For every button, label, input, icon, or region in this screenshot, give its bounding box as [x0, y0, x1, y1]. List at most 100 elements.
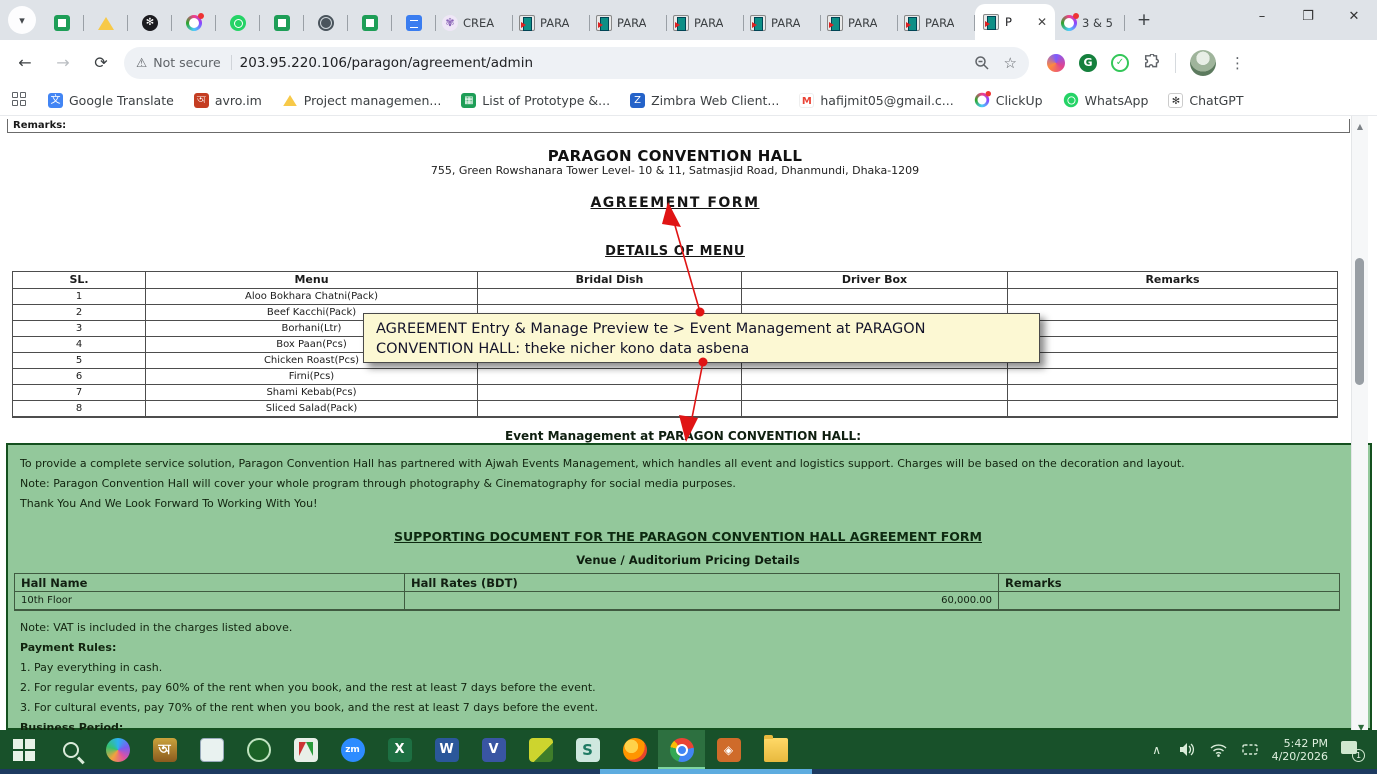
maximize-button[interactable]: ❐ [1285, 0, 1331, 32]
cell-bridal [478, 401, 742, 417]
gradient-circle-icon[interactable] [1047, 53, 1065, 72]
pinned-tab-drive[interactable] [84, 6, 128, 40]
cell-sl: 1 [13, 289, 146, 305]
puzzle-icon[interactable] [1143, 53, 1161, 72]
scrollbar-down-arrow[interactable]: ▼ [1358, 723, 1364, 730]
wifi-icon[interactable] [1210, 741, 1228, 759]
taskbar-s-app[interactable]: S [564, 730, 611, 769]
cell-driver [742, 401, 1008, 417]
security-chip[interactable]: ⚠ Not secure [136, 55, 232, 70]
pinned-tab-clickup[interactable] [172, 6, 216, 40]
hall-table-header: Hall Name Hall Rates (BDT) Remarks [15, 574, 1339, 592]
cell-hall-name: 10th Floor [15, 592, 405, 610]
taskbar-avro[interactable]: অ [141, 730, 188, 769]
pinned-tab-docs[interactable] [392, 6, 436, 40]
tab-paragon-6[interactable]: PARA [898, 6, 975, 40]
tab-search-button[interactable]: ▾ [8, 6, 36, 34]
start-button[interactable] [0, 730, 47, 769]
bookmark-google-translate[interactable]: 文 Google Translate [40, 90, 182, 111]
bookmark-clickup[interactable]: ClickUp [966, 89, 1051, 111]
scrollbar-track[interactable] [1351, 116, 1368, 730]
taskbar-whatsapp[interactable] [235, 730, 282, 769]
taskbar-copilot[interactable] [94, 730, 141, 769]
taskbar-chrome-active[interactable] [658, 730, 705, 769]
notification-dot [985, 91, 991, 97]
grammarly-icon[interactable]: G [1079, 53, 1097, 72]
sheets-icon: ▦ [461, 92, 477, 108]
desktop-screen: ▾ ✻ ✾ CREA PARA PARA PARA PARA PARA PARA… [0, 0, 1377, 774]
tab-3-and-5[interactable]: 3 & 5 [1055, 6, 1125, 40]
new-tab-button[interactable]: + [1131, 7, 1157, 33]
taskbar-triangle-app[interactable] [282, 730, 329, 769]
pinned-tab-whatsapp[interactable] [216, 6, 260, 40]
word-icon: W [434, 737, 459, 762]
close-window-button[interactable]: ✕ [1331, 0, 1377, 32]
taskbar-visio[interactable]: V [470, 730, 517, 769]
pinned-tab-chatgpt[interactable]: ✻ [128, 6, 172, 40]
chevron-down-icon: ▾ [19, 13, 25, 27]
bookmarks-bar: 文 Google Translate অ avro.im Project man… [0, 85, 1377, 116]
forward-button[interactable]: → [48, 48, 78, 78]
pinned-tab-sheets-3[interactable] [348, 6, 392, 40]
minimize-button[interactable]: – [1239, 0, 1285, 32]
tab-paragon-4[interactable]: PARA [744, 6, 821, 40]
back-button[interactable]: ← [10, 48, 40, 78]
bookmark-gmail[interactable]: M hafijmit05@gmail.c... [791, 90, 961, 111]
docs-icon [406, 15, 422, 31]
bookmark-star-icon[interactable]: ☆ [1004, 54, 1017, 72]
tab-paragon-1[interactable]: PARA [513, 6, 590, 40]
tab-paragon-3[interactable]: PARA [667, 6, 744, 40]
url-text: 203.95.220.106/paragon/agreement/admin [239, 54, 534, 71]
event-paragraph: Thank You And We Look Forward To Working… [20, 497, 318, 510]
leaf-check-icon[interactable]: ✓ [1111, 53, 1129, 72]
taskbar-search[interactable] [47, 730, 94, 769]
speaker-icon[interactable] [1179, 741, 1197, 759]
cell-driver [742, 385, 1008, 401]
chatgpt-icon: ✻ [142, 15, 158, 31]
bookmark-whatsapp[interactable]: WhatsApp [1055, 89, 1157, 111]
bookmark-avro[interactable]: অ avro.im [186, 90, 270, 111]
address-bar[interactable]: ⚠ Not secure 203.95.220.106/paragon/agre… [124, 46, 1029, 79]
cell-sl: 5 [13, 353, 146, 369]
cell-bridal [478, 289, 742, 305]
tray-chevron-up-icon[interactable]: ∧ [1148, 741, 1166, 759]
drive-icon [282, 94, 297, 106]
bookmark-label: ClickUp [995, 92, 1043, 108]
tab-label: PARA [771, 16, 801, 30]
notification-count-badge: 1 [1352, 748, 1365, 762]
tab-active-paragon[interactable]: P ✕ [975, 4, 1055, 40]
cell-sl: 4 [13, 337, 146, 353]
taskbar-word[interactable]: W [423, 730, 470, 769]
pinned-tab-sheets-1[interactable] [40, 6, 84, 40]
bookmark-chatgpt[interactable]: ✻ ChatGPT [1160, 90, 1251, 111]
bookmark-project-management[interactable]: Project managemen... [274, 90, 450, 111]
taskbar-yellow-app[interactable] [517, 730, 564, 769]
reload-button[interactable]: ⟳ [86, 48, 116, 78]
taskbar-excel[interactable]: X [376, 730, 423, 769]
taskbar-firefox[interactable] [611, 730, 658, 769]
scrollbar-thumb[interactable] [1355, 258, 1364, 385]
scrollbar-up-arrow[interactable]: ▲ [1355, 122, 1365, 131]
tab-paragon-5[interactable]: PARA [821, 6, 898, 40]
tab-creative[interactable]: ✾ CREA [436, 6, 513, 40]
taskbar-orange-app[interactable]: ◈ [705, 730, 752, 769]
taskbar-file-explorer[interactable] [752, 730, 799, 769]
cell-remarks [1008, 353, 1337, 369]
extensions-row: G ✓ ⋮ [1047, 49, 1245, 76]
bookmark-list-of-prototype[interactable]: ▦ List of Prototype &... [453, 90, 618, 111]
cell-sl: 3 [13, 321, 146, 337]
bookmark-zimbra[interactable]: Z Zimbra Web Client... [622, 90, 787, 111]
taskbar-clock[interactable]: 5:42 PM 4/20/2026 [1272, 737, 1328, 763]
zoom-icon[interactable] [974, 55, 990, 71]
taskbar-notepad[interactable] [188, 730, 235, 769]
profile-avatar[interactable] [1190, 49, 1216, 76]
taskbar-zoom[interactable]: zm [329, 730, 376, 769]
apps-grid-icon[interactable] [12, 92, 26, 108]
browser-menu-icon[interactable]: ⋮ [1230, 54, 1245, 72]
pinned-tab-globe[interactable] [304, 6, 348, 40]
tab-paragon-2[interactable]: PARA [590, 6, 667, 40]
cast-display-icon[interactable] [1241, 741, 1259, 759]
close-tab-icon[interactable]: ✕ [1037, 15, 1047, 29]
pinned-tab-sheets-2[interactable] [260, 6, 304, 40]
notification-center-button[interactable]: 1 [1341, 740, 1365, 762]
